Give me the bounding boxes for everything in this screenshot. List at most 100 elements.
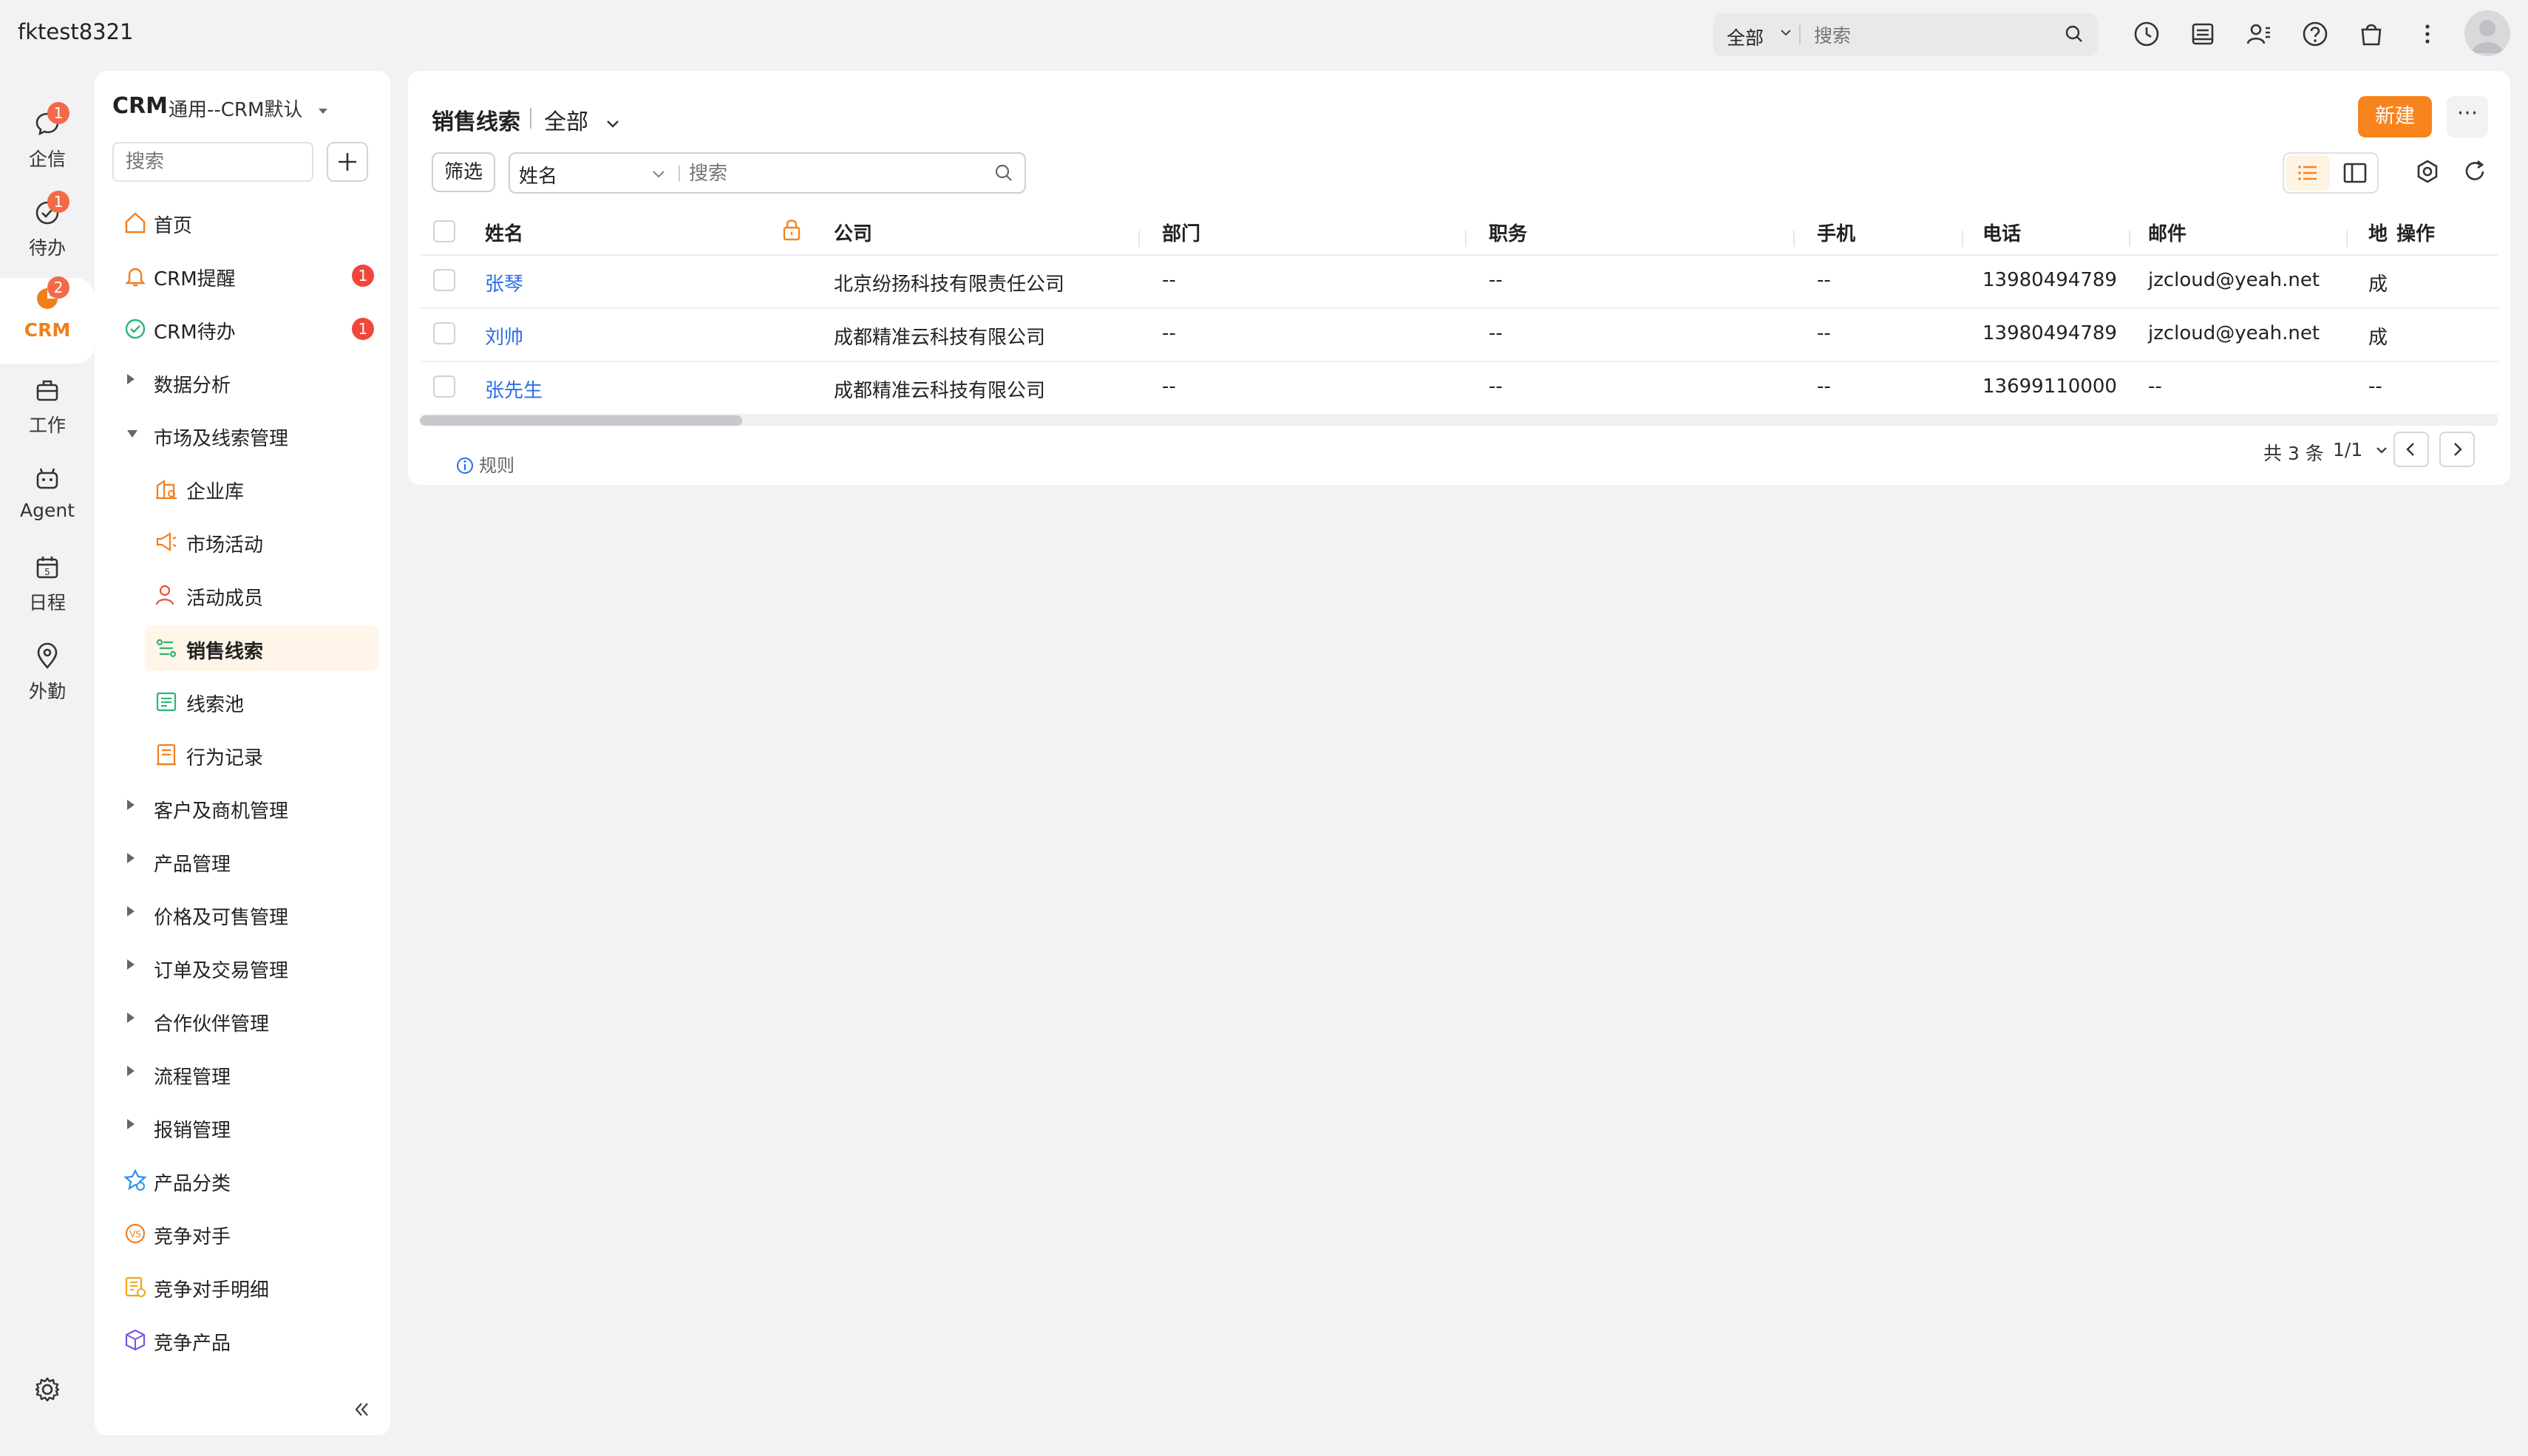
caret-right-icon[interactable]: [127, 853, 135, 863]
rail-item-7[interactable]: 外勤: [0, 636, 95, 717]
caret-right-icon[interactable]: [127, 800, 135, 810]
row-checkbox[interactable]: [433, 322, 455, 344]
caret-right-icon[interactable]: [127, 906, 135, 916]
column-divider[interactable]: [1793, 231, 1795, 247]
table-row[interactable]: 张琴 北京纷扬科技有限责任公司 -- -- -- 13980494789 jzcloud@y…: [420, 254, 2498, 309]
nav-item-17[interactable]: 流程管理: [118, 1051, 378, 1097]
caret-right-icon[interactable]: [127, 959, 135, 970]
nav-item-3[interactable]: CRM待办 1: [118, 306, 378, 352]
nav-item-11[interactable]: 行为记录: [145, 732, 378, 778]
table-row[interactable]: 张先生 成都精准云科技有限公司 -- -- -- 13699110000 -- --: [420, 361, 2498, 415]
chevron-down-icon[interactable]: [1778, 25, 1793, 40]
caret-right-icon[interactable]: [127, 1066, 135, 1076]
cell-name[interactable]: 张先生: [485, 375, 543, 403]
select-all-checkbox[interactable]: [433, 220, 455, 242]
col-header-phone[interactable]: 电话: [1982, 219, 2021, 246]
nav-item-2[interactable]: CRM提醒 1: [118, 253, 378, 299]
more-vertical-icon[interactable]: [2413, 19, 2442, 49]
caret-right-icon[interactable]: [127, 1013, 135, 1023]
nav-item-10[interactable]: 线索池: [145, 678, 378, 724]
col-header-address[interactable]: 地: [2368, 219, 2388, 246]
nav-item-1[interactable]: 首页: [118, 200, 378, 245]
global-search[interactable]: 全部: [1713, 13, 2098, 56]
nav-item-13[interactable]: 产品管理: [118, 838, 378, 884]
scrollbar-thumb[interactable]: [420, 415, 742, 426]
column-divider[interactable]: [2346, 231, 2348, 247]
column-divider[interactable]: [1138, 231, 1140, 247]
nav-item-14[interactable]: 价格及可售管理: [118, 891, 378, 937]
prev-page-button[interactable]: [2393, 432, 2429, 467]
column-settings-icon[interactable]: [2413, 157, 2442, 186]
pager-page-select[interactable]: 1/1: [2333, 439, 2389, 460]
horizontal-scrollbar[interactable]: [420, 415, 2498, 426]
nav-item-8[interactable]: 活动成员: [145, 572, 378, 618]
nav-add-button[interactable]: [327, 142, 368, 182]
nav-item-6[interactable]: 企业库: [145, 466, 378, 511]
caret-right-icon[interactable]: [127, 1119, 135, 1129]
next-page-button[interactable]: [2439, 432, 2475, 467]
nav-item-19[interactable]: 产品分类: [118, 1157, 378, 1203]
help-icon[interactable]: [2300, 19, 2330, 49]
search-icon[interactable]: [2064, 24, 2084, 44]
col-header-name[interactable]: 姓名: [485, 219, 523, 246]
nav-search-box[interactable]: [112, 142, 313, 182]
field-search-input[interactable]: [687, 158, 971, 189]
rail-item-5[interactable]: Agent: [0, 458, 95, 540]
new-lead-button[interactable]: 新建: [2358, 96, 2432, 137]
shopping-bag-icon[interactable]: [2357, 19, 2386, 49]
chevron-down-icon[interactable]: [650, 166, 667, 182]
rail-item-4[interactable]: 工作: [0, 370, 95, 451]
cell-name[interactable]: 刘帅: [485, 322, 523, 350]
user-avatar[interactable]: [2464, 10, 2510, 56]
filter-button[interactable]: 筛选: [432, 152, 495, 192]
row-checkbox[interactable]: [433, 269, 455, 291]
row-checkbox[interactable]: [433, 375, 455, 398]
caret-down-icon[interactable]: [127, 430, 137, 438]
rail-item-3[interactable]: CRM 2: [0, 276, 95, 364]
settings-gear-icon[interactable]: [33, 1375, 62, 1404]
nav-item-18[interactable]: 报销管理: [118, 1104, 378, 1150]
nav-item-22[interactable]: 竞争产品: [118, 1317, 378, 1363]
global-search-input[interactable]: [1812, 21, 2052, 50]
nav-item-7[interactable]: 市场活动: [145, 519, 378, 565]
col-header-email[interactable]: 邮件: [2148, 219, 2186, 246]
view-scope-select[interactable]: 全部: [544, 103, 621, 136]
nav-item-12[interactable]: 客户及商机管理: [118, 785, 378, 831]
column-divider[interactable]: [1962, 231, 1963, 247]
search-field-select[interactable]: 姓名: [519, 161, 557, 188]
column-divider[interactable]: [2129, 231, 2130, 247]
table-row[interactable]: 刘帅 成都精准云科技有限公司 -- -- -- 13980494789 jzcloud@ye…: [420, 307, 2498, 362]
nav-item-5[interactable]: 市场及线索管理: [118, 412, 378, 458]
split-view-button[interactable]: [2333, 155, 2377, 191]
field-search-box[interactable]: 姓名: [509, 152, 1026, 194]
cell-name[interactable]: 张琴: [485, 269, 523, 296]
col-header-job-title[interactable]: 职务: [1489, 219, 1527, 246]
history-clock-icon[interactable]: [2132, 19, 2161, 49]
rail-item-2[interactable]: 待办 1: [0, 191, 95, 273]
rail-item-6[interactable]: 5 日程: [0, 547, 95, 628]
col-header-department[interactable]: 部门: [1162, 219, 1200, 246]
collapse-double-chevron-icon[interactable]: [350, 1398, 373, 1421]
nav-item-21[interactable]: 竞争对手明细: [118, 1264, 378, 1310]
rail-item-1[interactable]: 企信 1: [0, 102, 95, 185]
module-scope-select[interactable]: 通用--CRM默认: [169, 95, 330, 122]
nav-item-16[interactable]: 合作伙伴管理: [118, 998, 378, 1044]
search-icon[interactable]: [993, 163, 1014, 183]
nav-item-4[interactable]: 数据分析: [118, 359, 378, 405]
search-scope-select[interactable]: 全部: [1727, 24, 1764, 50]
list-view-button[interactable]: [2286, 155, 2330, 191]
caret-right-icon[interactable]: [127, 374, 135, 384]
rules-link[interactable]: 规则: [455, 451, 514, 477]
nav-item-15[interactable]: 订单及交易管理: [118, 945, 378, 990]
refresh-icon[interactable]: [2460, 157, 2490, 186]
contacts-icon[interactable]: [2244, 19, 2274, 49]
column-divider[interactable]: [1465, 231, 1467, 247]
more-actions-button[interactable]: ···: [2447, 96, 2488, 137]
inbox-icon[interactable]: [2188, 19, 2218, 49]
nav-search-input[interactable]: [124, 143, 305, 180]
col-header-company[interactable]: 公司: [834, 219, 872, 246]
nav-item-20[interactable]: VS 竞争对手: [118, 1211, 378, 1256]
col-header-mobile[interactable]: 手机: [1817, 219, 1855, 246]
nav-item-9[interactable]: 销售线索: [145, 625, 378, 671]
caret-down-icon[interactable]: [316, 104, 330, 118]
